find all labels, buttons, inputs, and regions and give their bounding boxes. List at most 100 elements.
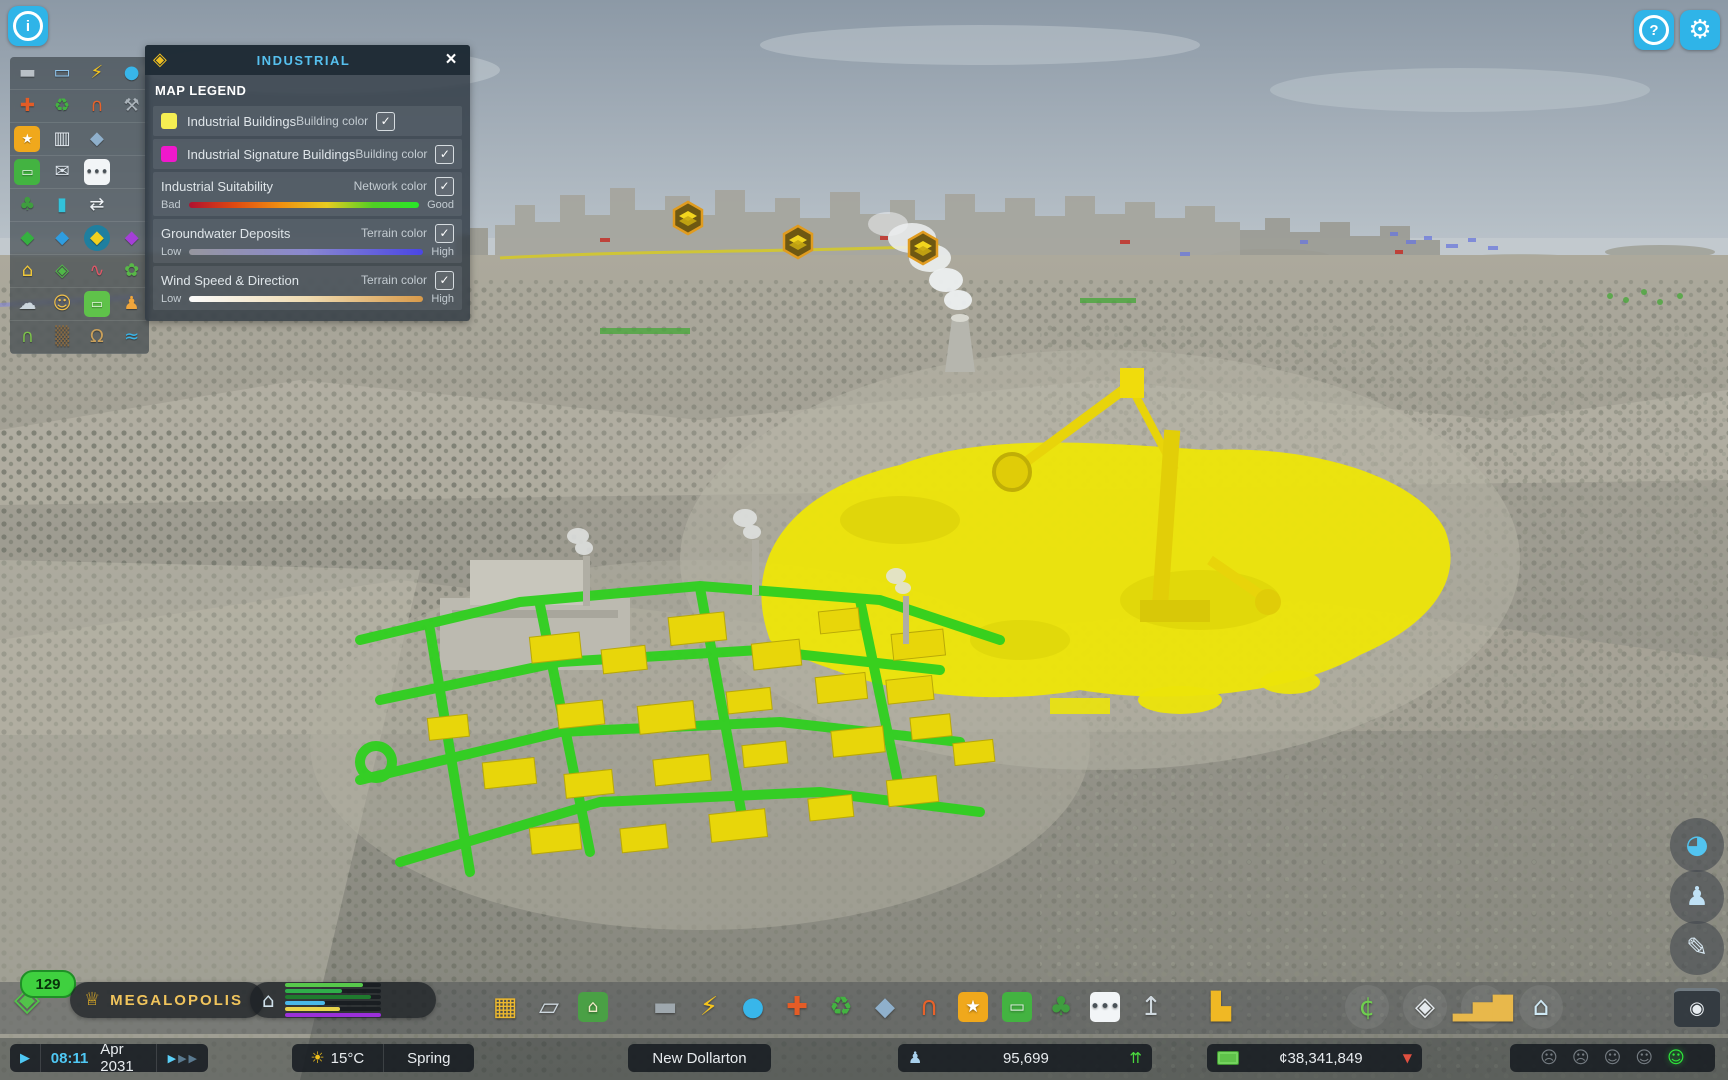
info-button[interactable]: i <box>8 6 48 46</box>
money-dropdown-icon[interactable]: ▼ <box>1403 1052 1412 1064</box>
very-unhappy-face-icon[interactable]: ☹ <box>1540 1048 1558 1068</box>
zoning-map-infoview-cell[interactable]: ◆ <box>80 222 115 254</box>
fire-rescue-tool-button[interactable]: ∩ <box>907 985 951 1029</box>
content-face-icon[interactable]: ☺ <box>1635 1048 1653 1068</box>
unhappy-face-icon[interactable]: ☹ <box>1572 1048 1590 1068</box>
legend-checkbox[interactable]: ✓ <box>435 177 454 196</box>
game-screen: i ? ⚙ ▬▭⚡●✚♻∩⚒★▥◆▭✉•••♣▮⇄◆◆◆◆⌂◈∿✿☁☺▭♟∩▒Ω… <box>0 0 1728 1080</box>
progression-button-icon: ⌂ <box>1533 994 1550 1020</box>
noise-pollution-infoview-icon: Ω <box>84 324 110 350</box>
electricity-tool-button[interactable]: ⚡ <box>687 985 731 1029</box>
landscaping-tool-button[interactable]: ↥ <box>1129 985 1173 1029</box>
education-infoview-cell[interactable]: ◆ <box>80 123 115 155</box>
garbage-tool-button[interactable]: ♻ <box>819 985 863 1029</box>
garbage-infoview-cell[interactable]: ♻ <box>45 90 80 122</box>
question-mark-icon: ? <box>1639 15 1669 45</box>
roads-tool-button[interactable]: ▬ <box>643 985 687 1029</box>
police-tool-button[interactable]: ★ <box>951 985 995 1029</box>
city-progression-pill[interactable]: ♕ MEGALOPOLIS <box>70 982 264 1018</box>
happiness-infoview-cell[interactable]: ☺ <box>45 288 80 320</box>
telecom-infoview-cell[interactable]: ••• <box>80 156 115 188</box>
demand-bar-2 <box>285 989 381 993</box>
communications-tool-button[interactable]: ••• <box>1083 985 1127 1029</box>
bulldozer-tool-button[interactable]: ▙ <box>1199 985 1243 1029</box>
infoview-row: ◆◆◆◆ <box>10 222 149 255</box>
industrial-zone-marker[interactable] <box>909 232 937 264</box>
ground-pollution-infoview-cell[interactable]: ▒ <box>45 321 80 353</box>
fire-infoview-cell[interactable]: ∩ <box>80 90 115 122</box>
photo-mode-button[interactable]: ◉ <box>1674 988 1720 1027</box>
signature-buildings-tool-button[interactable]: ⌂ <box>571 985 615 1029</box>
statistics-button-button[interactable]: ▂▅▇ <box>1461 985 1505 1029</box>
population-widget[interactable]: ♟ 95,699 ⇈ <box>898 1044 1152 1072</box>
water-infoview-cell[interactable]: ● <box>114 57 149 89</box>
transit-stop-infoview-cell[interactable]: ▭ <box>45 57 80 89</box>
legend-max-label: High <box>431 246 454 258</box>
legend-checkbox[interactable]: ✓ <box>435 224 454 243</box>
terrain-map-infoview-cell[interactable]: ◆ <box>10 222 45 254</box>
economy-button-button[interactable]: ¢ <box>1345 985 1389 1029</box>
parks-recreation-tool-button[interactable]: ♣ <box>1039 985 1083 1029</box>
tourism-infoview-cell[interactable]: ▮ <box>45 189 80 221</box>
industrial-zone-marker[interactable] <box>784 226 812 258</box>
help-button[interactable]: ? <box>1634 10 1674 50</box>
journal-button[interactable]: ✎ <box>1670 921 1724 975</box>
transportation-infoview-cell[interactable]: ▭ <box>10 156 45 188</box>
education-tool-icon: ◆ <box>875 994 895 1020</box>
progression-button-button[interactable]: ⌂ <box>1519 985 1563 1029</box>
housing-infoview-cell[interactable]: ⌂ <box>10 255 45 287</box>
chirper-button[interactable]: ◕ <box>1670 818 1724 872</box>
play-button[interactable]: ▶ <box>10 1044 40 1072</box>
money-widget[interactable]: ¢38,341,849 ▼ <box>1207 1044 1422 1072</box>
signature-map-infoview-cell[interactable]: ◆ <box>114 222 149 254</box>
legend-checkbox[interactable]: ✓ <box>376 112 395 131</box>
zoning-demand-pill[interactable]: ⌂ <box>250 982 436 1018</box>
maintenance-infoview-cell[interactable]: ⚒ <box>114 90 149 122</box>
terrain-height-infoview-cell[interactable]: ∩ <box>10 321 45 353</box>
education-tool-button[interactable]: ◆ <box>863 985 907 1029</box>
follow-citizen-button[interactable]: ♟ <box>1670 870 1724 924</box>
milestone-button[interactable]: ◈ 129 <box>8 970 66 1022</box>
transportation-tool-button[interactable]: ▭ <box>995 985 1039 1029</box>
natural-resources-infoview-cell[interactable]: ◈ <box>45 255 80 287</box>
industrial-zone-marker[interactable] <box>674 202 702 234</box>
greenery-infoview-cell[interactable]: ✿ <box>114 255 149 287</box>
routes-infoview-cell[interactable]: ⇄ <box>80 189 115 221</box>
toolbar-group: ↥ <box>1129 985 1173 1029</box>
healthcare-tool-button[interactable]: ✚ <box>775 985 819 1029</box>
toolbar-group: ▙ <box>1199 985 1243 1029</box>
neutral-face-icon[interactable]: ☺ <box>1604 1048 1622 1068</box>
happy-face-icon[interactable]: ☺ <box>1667 1048 1685 1068</box>
happiness-widget[interactable]: ☹ ☹ ☺ ☺ ☺ <box>1510 1044 1715 1072</box>
zones-tool-button[interactable]: ▦ <box>483 985 527 1029</box>
demand-bar-1 <box>285 983 381 987</box>
water-map-infoview-cell[interactable]: ◆ <box>45 222 80 254</box>
police-infoview-cell[interactable]: ★ <box>10 123 45 155</box>
sim-speed-control[interactable]: ▶▶▶ <box>157 1044 208 1072</box>
telecom-infoview-icon: ••• <box>84 159 110 185</box>
population-infoview-cell[interactable]: ☁ <box>10 288 45 320</box>
areas-tool-button[interactable]: ▱ <box>527 985 571 1029</box>
electricity-infoview-cell[interactable]: ⚡ <box>80 57 115 89</box>
weather-widget[interactable]: ☀ 15°C Spring <box>292 1044 474 1072</box>
fire-rescue-tool-icon: ∩ <box>919 994 938 1020</box>
parks-infoview-cell[interactable]: ♣ <box>10 189 45 221</box>
city-information-button-button[interactable]: ◈ <box>1403 985 1447 1029</box>
workers-infoview-cell[interactable]: ♟ <box>114 288 149 320</box>
administration-infoview-cell[interactable]: ▥ <box>45 123 80 155</box>
roads-infoview-cell[interactable]: ▬ <box>10 57 45 89</box>
healthcare-infoview-cell[interactable]: ✚ <box>10 90 45 122</box>
connections-infoview-cell[interactable]: ∿ <box>80 255 115 287</box>
settings-button[interactable]: ⚙ <box>1680 10 1720 50</box>
water-pollution-infoview-cell[interactable]: ≈ <box>114 321 149 353</box>
legend-checkbox[interactable]: ✓ <box>435 145 454 164</box>
close-icon[interactable]: × <box>440 49 462 71</box>
economy-infoview-cell[interactable]: ▭ <box>80 288 115 320</box>
city-name-widget[interactable]: New Dollarton <box>628 1044 771 1072</box>
clock-time: 08:11 <box>41 1044 99 1072</box>
post-infoview-cell[interactable]: ✉ <box>45 156 80 188</box>
transit-stop-infoview-icon: ▭ <box>49 60 75 86</box>
water-sewage-tool-button[interactable]: ● <box>731 985 775 1029</box>
legend-checkbox[interactable]: ✓ <box>435 271 454 290</box>
noise-pollution-infoview-cell[interactable]: Ω <box>80 321 115 353</box>
